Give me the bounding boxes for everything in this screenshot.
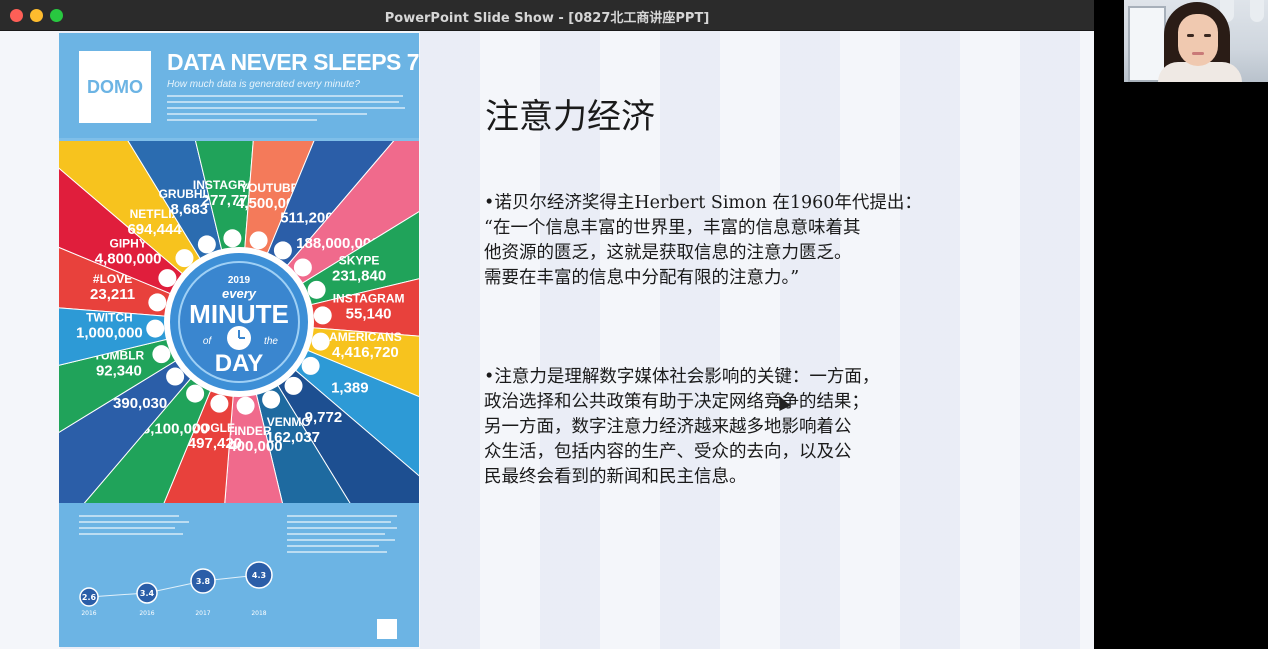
window-title-bar: PowerPoint Slide Show - [0827北工商讲座PPT]: [0, 0, 1094, 31]
domo-footer-logo: [377, 619, 397, 639]
presenter-mouth: [1192, 52, 1204, 55]
segment-app-icon: [273, 241, 292, 260]
growth-dot-value: 3.8: [196, 577, 211, 586]
presenter-eye: [1204, 34, 1211, 37]
segment-value-label: 231,840: [332, 268, 386, 285]
segment-app-icon: [293, 258, 312, 277]
window-title: PowerPoint Slide Show - [0827北工商讲座PPT]: [384, 11, 710, 26]
growth-dot-value: 2.6: [82, 593, 97, 602]
center-of: of: [203, 336, 213, 347]
segment-value-label: 4,800,000: [95, 250, 162, 267]
segment-app-icon: [158, 269, 177, 288]
slide-canvas[interactable]: DOMO DATA NEVER SLEEPS 7.0 How much data…: [0, 31, 1094, 649]
segment-app-icon: [262, 390, 281, 409]
growth-year-label: 2018: [251, 610, 266, 617]
infographic-title: DATA NEVER SLEEPS 7.0: [167, 49, 419, 75]
paragraph-line: 他资源的匮乏，这就是获取信息的注意力匮乏。: [484, 243, 852, 263]
paragraph-line: •注意力是理解数字媒体社会影响的关键：一方面，: [484, 367, 880, 387]
infographic-intro-text: [167, 95, 407, 125]
infographic-subtitle: How much data is generated every minute?: [167, 79, 360, 90]
segment-value-label: 1,000,000: [76, 325, 143, 342]
segment-app-icon: [166, 367, 185, 386]
presenter-face: [1178, 14, 1218, 66]
segment-app-icon: [186, 384, 205, 403]
growth-year-label: 2016: [81, 610, 96, 617]
presenter-webcam: [1124, 0, 1268, 82]
segment-brand-label: AMERICANS: [329, 330, 402, 344]
paragraph-attention-key: •注意力是理解数字媒体社会影响的关键：一方面， 政治选择和公共政策有助于决定网络…: [484, 365, 954, 490]
segment-app-icon: [148, 293, 167, 312]
segment-value-label: 694,444: [127, 221, 182, 238]
infographic-header: DOMO DATA NEVER SLEEPS 7.0 How much data…: [59, 33, 419, 138]
paragraph-line: 政治选择和公共政策有助于决定网络竞争的结果；: [484, 392, 869, 412]
segment-app-icon: [313, 306, 332, 325]
segment-value-label: 4,416,720: [332, 344, 399, 361]
segment-app-icon: [223, 229, 242, 248]
paragraph-line: 众生活，包括内容的生产、受众的去向，以及公: [484, 442, 852, 462]
segment-app-icon: [210, 394, 229, 413]
data-wheel: #LOVE23,211GIPHY4,800,000NETFLIX694,444G…: [59, 141, 419, 503]
paragraph-line: “在一个信息丰富的世界里，丰富的信息意味着其: [484, 218, 861, 238]
segment-value-label: 23,211: [90, 286, 135, 303]
segment-app-icon: [311, 332, 330, 351]
segment-value-label: 1,389: [331, 380, 369, 397]
webcam-background-lamp: [1250, 0, 1264, 22]
presenter-eye: [1187, 34, 1194, 37]
paragraph-line: 民最终会看到的新闻和民主信息。: [484, 467, 747, 487]
paragraph-line: •诺贝尔经济奖得主Herbert Simon 在1960年代提出：: [484, 193, 922, 213]
segment-app-icon: [236, 396, 255, 415]
center-the: the: [264, 336, 278, 347]
segment-app-icon: [284, 376, 303, 395]
segment-app-icon: [301, 356, 320, 375]
segment-brand-label: SKYPE: [339, 254, 380, 268]
domo-logo: DOMO: [79, 51, 151, 123]
segment-value-label: 92,340: [96, 362, 142, 379]
growth-dot-value: 4.3: [252, 571, 266, 580]
segment-value-label: 55,140: [346, 305, 392, 322]
paragraph-line: 需要在丰富的信息中分配有限的注意力。”: [484, 268, 800, 288]
segment-app-icon: [152, 345, 171, 364]
center-day: DAY: [215, 350, 263, 377]
growth-year-label: 2017: [195, 610, 210, 617]
center-minute: MINUTE: [189, 299, 289, 329]
center-year: 2019: [228, 275, 251, 286]
segment-app-icon: [197, 235, 216, 254]
internet-growth-chart: 2.6 2016 3.4 2016 3.8 2017 4.3 2018: [79, 515, 397, 639]
segment-brand-label: TWITCH: [86, 311, 133, 325]
segment-app-icon: [307, 280, 326, 299]
segment-brand-label: YOUTUBE: [240, 181, 299, 195]
slide-title: 注意力经济: [485, 97, 655, 137]
segment-brand-label: INSTAGRAM: [333, 291, 405, 305]
segment-brand-label: VENMO: [267, 415, 311, 429]
segment-value-label: 390,030: [113, 395, 167, 412]
infographic-footer: 2.6 2016 3.4 2016 3.8 2017 4.3 2018: [59, 503, 419, 647]
infographic-image: DOMO DATA NEVER SLEEPS 7.0 How much data…: [59, 33, 419, 647]
segment-app-icon: [249, 231, 268, 250]
paragraph-line: 另一方面，数字注意力经济越来越多地影响着公: [484, 417, 852, 437]
growth-dot-value: 3.4: [140, 589, 155, 598]
segment-app-icon: [146, 319, 165, 338]
paragraph-herbert-simon: •诺贝尔经济奖得主Herbert Simon 在1960年代提出： “在一个信息…: [484, 191, 954, 291]
segment-app-icon: [175, 249, 194, 268]
growth-year-label: 2016: [139, 610, 154, 617]
